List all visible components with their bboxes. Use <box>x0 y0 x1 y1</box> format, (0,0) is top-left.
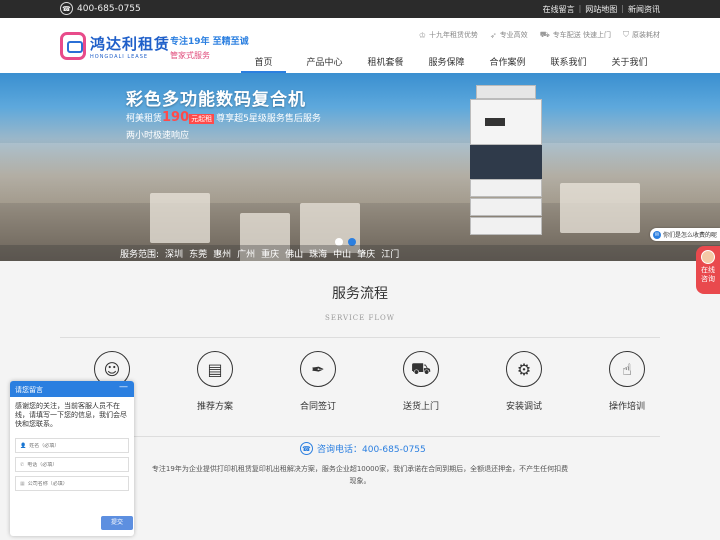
phone-field[interactable]: ✆ <box>15 457 129 472</box>
banner-price: 190 <box>162 110 190 125</box>
service-flow-subtitle: SERVICE FLOW <box>325 314 395 322</box>
chat-widget: 请您留言 — 感谢您的关注，当前客服人员不在线，请填写一下您的信息，我们会尽快和… <box>10 381 134 536</box>
nav-about[interactable]: 关于我们 <box>599 55 660 73</box>
agent-avatar <box>701 250 715 264</box>
nav-contact[interactable]: 联系我们 <box>538 55 599 73</box>
area-chongqing: 重庆 <box>261 250 280 260</box>
header: 鸿达利租赁 HONGDALI LEASE 专注19年 至精至诚 管家式服务 ♔ 十… <box>0 18 720 73</box>
shield-icon: ⛉ <box>623 30 629 39</box>
banner-response: 两小时极速响应 <box>126 131 190 141</box>
faq-bubble[interactable]: ✉ 你们是怎么收费的呢 <box>650 228 720 241</box>
nav-cases[interactable]: 合作案例 <box>477 55 538 73</box>
pen-icon: ✒ <box>300 351 336 387</box>
banner-price-tag: 元起租 <box>189 114 215 124</box>
nav-packages[interactable]: 租机套餐 <box>355 55 416 73</box>
minimize-icon[interactable]: — <box>119 382 128 392</box>
service-area-label: 服务范围: <box>120 250 160 260</box>
step-delivery: ⛟ 送货上门 <box>391 351 451 412</box>
hero-banner[interactable]: 彩色多功能数码复合机 柯美租赁190 元起租 尊享超5星级服务售后服务 两小时极速响… <box>0 73 720 261</box>
link-sitemap[interactable]: 网站地图 <box>585 4 617 15</box>
feature-item: ➶ 专业高效 <box>489 30 528 40</box>
truck-icon: ⛟ <box>539 30 550 39</box>
nav-products[interactable]: 产品中心 <box>294 55 355 73</box>
phone-icon: ☎ <box>60 2 73 15</box>
step-contract: ✒ 合同签订 <box>288 351 348 412</box>
gear-icon: ⚙ <box>506 351 542 387</box>
feature-item: ⛟ 专车配送 快速上门 <box>539 30 611 39</box>
hotline-text: 咨询电话：400-685-0755 <box>317 445 426 455</box>
main-nav: 首页 产品中心 租机套餐 服务保障 合作案例 联系我们 关于我们 <box>233 55 660 73</box>
office-background <box>150 193 210 243</box>
phone-icon: ✆ <box>20 461 25 468</box>
area-foshan: 佛山 <box>285 250 304 260</box>
company-input[interactable] <box>27 480 118 487</box>
nav-home[interactable]: 首页 <box>233 55 294 73</box>
divider <box>60 337 660 338</box>
area-shenzhen: 深圳 <box>165 250 184 260</box>
area-huizhou: 惠州 <box>213 250 232 260</box>
area-dongguan: 东莞 <box>189 250 208 260</box>
name-field[interactable]: 👤 <box>15 438 129 453</box>
area-jiangmen: 江门 <box>381 250 400 260</box>
submit-button[interactable]: 提交 <box>101 516 133 530</box>
phone-input[interactable] <box>27 461 118 468</box>
top-phone: ☎ 400-685-0755 <box>60 2 141 15</box>
area-zhongshan: 中山 <box>333 250 352 260</box>
logo-mark-icon <box>60 32 86 60</box>
logo-text-en: HONGDALI LEASE <box>90 53 149 60</box>
chat-icon: ✉ <box>653 230 661 239</box>
chat-message: 感谢您的关注，当前客服人员不在线，请填写一下您的信息，我们会尽快和您联系。 <box>15 402 127 428</box>
service-description: 专注19年为企业提供打印机租赁复印机出租解决方案，服务企业超10000家，我们承… <box>151 465 569 485</box>
chat-title: 请您留言 <box>15 386 43 394</box>
area-zhuhai: 珠海 <box>309 250 328 260</box>
service-area-bar: 服务范围: 深圳 东莞 惠州 广州 重庆 佛山 珠海 中山 肇庆 江门 <box>0 245 720 261</box>
name-input[interactable] <box>29 442 120 449</box>
area-zhaoqing: 肇庆 <box>357 250 376 260</box>
user-icon: 👤 <box>20 442 27 449</box>
divider <box>130 436 660 437</box>
hand-pointer-icon: ☝ <box>609 351 645 387</box>
building-icon: ▦ <box>20 480 25 487</box>
office-background <box>560 183 640 233</box>
hotline[interactable]: ☎ 咨询电话：400-685-0755 <box>300 442 426 455</box>
service-flow-title: 服务流程 <box>332 286 388 302</box>
nav-service[interactable]: 服务保障 <box>416 55 477 73</box>
area-guangzhou: 广州 <box>237 250 256 260</box>
rocket-icon: ➶ <box>489 30 497 40</box>
top-bar: ☎ 400-685-0755 在线留言 | 网站地图 | 新闻资讯 <box>0 0 720 18</box>
feature-item: ♔ 十九年租赁优势 <box>418 30 478 40</box>
medal-icon: ♔ <box>418 30 426 40</box>
link-news[interactable]: 新闻资讯 <box>628 4 660 15</box>
printer-image <box>470 85 542 235</box>
banner-headline: 彩色多功能数码复合机 <box>126 90 306 110</box>
logo-text: 鸿达利租赁 <box>90 34 171 53</box>
step-recommend: ▤ 推荐方案 <box>185 351 245 412</box>
feature-list: ♔ 十九年租赁优势 ➶ 专业高效 ⛟ 专车配送 快速上门 ⛉ 原装耗材 <box>419 30 660 40</box>
chat-header: 请您留言 — <box>10 381 134 397</box>
company-field[interactable]: ▦ <box>15 476 129 491</box>
document-icon: ▤ <box>197 351 233 387</box>
banner-offer: 柯美租赁190 元起租 尊享超5星级服务售后服务 <box>126 110 321 125</box>
truck-icon: ⛟ <box>403 351 439 387</box>
slogan-main: 专注19年 至精至诚 <box>170 37 249 47</box>
step-training: ☝ 操作培训 <box>597 351 657 412</box>
feature-item: ⛉ 原装耗材 <box>623 30 660 39</box>
link-online-message[interactable]: 在线留言 <box>543 4 575 15</box>
step-install: ⚙ 安装调试 <box>494 351 554 412</box>
top-links: 在线留言 | 网站地图 | 新闻资讯 <box>542 4 660 15</box>
logo[interactable]: 鸿达利租赁 HONGDALI LEASE <box>60 32 170 60</box>
phone-icon: ☎ <box>300 442 313 455</box>
top-phone-number: 400-685-0755 <box>77 3 141 14</box>
